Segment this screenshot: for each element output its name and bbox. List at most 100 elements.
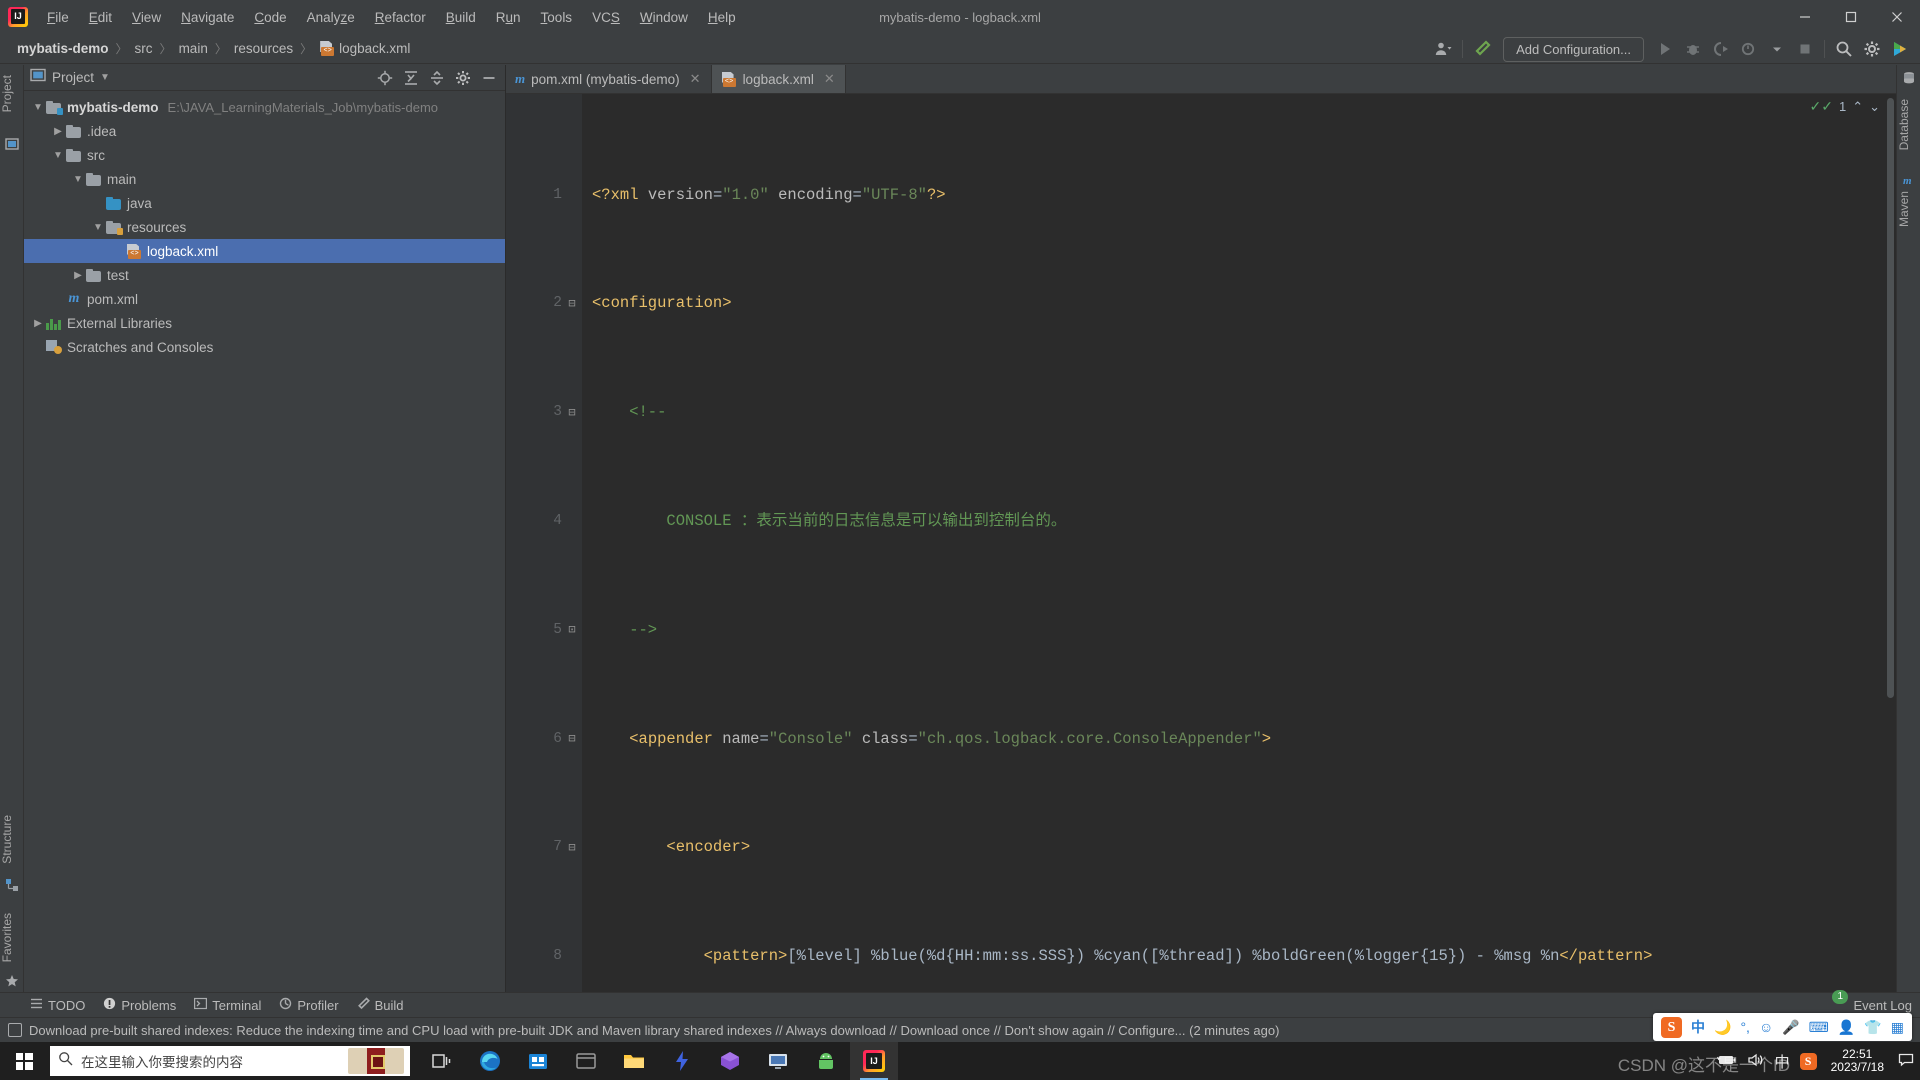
project-panel-icon[interactable] bbox=[5, 137, 19, 151]
tool-button-project[interactable]: Project bbox=[0, 69, 24, 118]
microphone-icon[interactable]: 🎤 bbox=[1782, 1019, 1799, 1036]
store-icon[interactable] bbox=[514, 1042, 562, 1080]
battery-icon[interactable] bbox=[1716, 1053, 1737, 1070]
settings-gear-icon[interactable] bbox=[450, 66, 476, 90]
apps-icon[interactable]: ▦ bbox=[1891, 1019, 1904, 1036]
degree-icon[interactable]: °, bbox=[1740, 1019, 1750, 1035]
explorer-window-icon[interactable] bbox=[562, 1042, 610, 1080]
clock[interactable]: 22:51 2023/7/18 bbox=[1827, 1048, 1888, 1074]
tool-button-problems[interactable]: Problems bbox=[103, 997, 176, 1013]
volume-icon[interactable] bbox=[1747, 1053, 1765, 1070]
chevron-down-icon[interactable]: ▼ bbox=[30, 102, 46, 113]
debug-icon[interactable] bbox=[1679, 35, 1707, 63]
menu-code[interactable]: Code bbox=[245, 7, 295, 28]
close-icon[interactable]: ✕ bbox=[824, 71, 835, 87]
menu-view[interactable]: View bbox=[123, 7, 170, 28]
sogou-tray-icon[interactable]: S bbox=[1799, 1052, 1817, 1070]
chevron-right-icon[interactable]: ▶ bbox=[30, 318, 46, 329]
fold-marker[interactable]: ⊟ bbox=[562, 733, 582, 745]
tree-item-external-libraries[interactable]: ▶ External Libraries bbox=[24, 311, 505, 335]
expand-all-icon[interactable] bbox=[398, 66, 424, 90]
chevron-down-icon[interactable]: ▼ bbox=[70, 174, 86, 185]
tree-item-resources[interactable]: ▼ resources bbox=[24, 215, 505, 239]
zap-icon[interactable] bbox=[658, 1042, 706, 1080]
tree-item-mybatis-demo[interactable]: ▼ mybatis-demo E:\JAVA_LearningMaterials… bbox=[24, 95, 505, 119]
chevron-down-icon[interactable]: ⌄ bbox=[1869, 99, 1880, 115]
chevron-down-icon[interactable]: ▼ bbox=[100, 72, 110, 83]
user-icon[interactable] bbox=[1429, 35, 1457, 63]
menu-vcs[interactable]: VCS bbox=[583, 7, 629, 28]
smiley-icon[interactable]: ☺ bbox=[1759, 1019, 1773, 1035]
breadcrumb-item-1[interactable]: src bbox=[131, 40, 157, 57]
chevron-right-icon[interactable]: ▶ bbox=[50, 126, 66, 137]
menu-file[interactable]: File bbox=[38, 7, 78, 28]
maximize-button[interactable] bbox=[1828, 0, 1874, 34]
package-icon[interactable] bbox=[706, 1042, 754, 1080]
menu-build[interactable]: Build bbox=[437, 7, 485, 28]
chevron-down-icon[interactable]: ▼ bbox=[90, 222, 106, 233]
minimize-button[interactable] bbox=[1782, 0, 1828, 34]
menu-run[interactable]: Run bbox=[487, 7, 530, 28]
tree-item-test[interactable]: ▶ test bbox=[24, 263, 505, 287]
menu-help[interactable]: Help bbox=[699, 7, 745, 28]
collapse-all-icon[interactable] bbox=[424, 66, 450, 90]
task-view-icon[interactable] bbox=[418, 1042, 466, 1080]
chevron-down-icon[interactable]: ▼ bbox=[50, 150, 66, 161]
ime-indicator[interactable]: 中 bbox=[1775, 1051, 1790, 1072]
add-configuration-button[interactable]: Add Configuration... bbox=[1503, 36, 1644, 62]
chevron-up-icon[interactable]: ⌃ bbox=[1852, 99, 1863, 115]
ime-language-toggle[interactable]: 中 bbox=[1691, 1017, 1705, 1037]
moon-icon[interactable]: 🌙 bbox=[1714, 1019, 1731, 1036]
updates-icon[interactable] bbox=[1886, 35, 1914, 63]
windows-start-icon[interactable] bbox=[0, 1042, 48, 1080]
sogou-logo-icon[interactable]: S bbox=[1661, 1016, 1682, 1038]
tool-button-terminal[interactable]: Terminal bbox=[194, 997, 261, 1013]
chevron-down-icon[interactable] bbox=[1763, 35, 1791, 63]
tool-button-event-log[interactable]: Event Log bbox=[1853, 998, 1912, 1013]
android-icon[interactable] bbox=[802, 1042, 850, 1080]
tab-pom-xml[interactable]: m pom.xml (mybatis-demo) ✕ bbox=[506, 65, 712, 93]
tool-button-build[interactable]: Build bbox=[357, 997, 403, 1013]
tree-item-logback-xml[interactable]: <> logback.xml bbox=[24, 239, 505, 263]
tool-button-favorites[interactable]: Favorites bbox=[0, 907, 24, 968]
tree-item-src[interactable]: ▼ src bbox=[24, 143, 505, 167]
shirt-icon[interactable]: 👕 bbox=[1864, 1019, 1881, 1036]
menu-analyze[interactable]: Analyze bbox=[298, 7, 364, 28]
monitor-icon[interactable] bbox=[754, 1042, 802, 1080]
user-badge-icon[interactable]: 👤 bbox=[1838, 1019, 1855, 1036]
file-explorer-icon[interactable] bbox=[610, 1042, 658, 1080]
tool-button-maven[interactable]: Maven bbox=[1897, 185, 1920, 233]
structure-icon[interactable] bbox=[5, 878, 19, 892]
edge-icon[interactable] bbox=[466, 1042, 514, 1080]
fold-marker[interactable]: ⊡ bbox=[562, 624, 582, 636]
star-icon[interactable] bbox=[5, 974, 19, 988]
tree-item-idea[interactable]: ▶ .idea bbox=[24, 119, 505, 143]
fold-marker[interactable]: ⊟ bbox=[562, 298, 582, 310]
menu-edit[interactable]: Edit bbox=[80, 7, 121, 28]
menu-navigate[interactable]: Navigate bbox=[172, 7, 243, 28]
tree-item-java[interactable]: java bbox=[24, 191, 505, 215]
tool-button-structure[interactable]: Structure bbox=[0, 809, 24, 870]
build-hammer-icon[interactable] bbox=[1468, 35, 1496, 63]
database-icon[interactable] bbox=[1902, 71, 1916, 85]
tree-item-pom-xml[interactable]: m pom.xml bbox=[24, 287, 505, 311]
menu-tools[interactable]: Tools bbox=[532, 7, 582, 28]
breadcrumb-item-4[interactable]: <> logback.xml bbox=[315, 40, 414, 57]
chevron-right-icon[interactable]: ▶ bbox=[70, 270, 86, 281]
run-icon[interactable] bbox=[1651, 35, 1679, 63]
intellij-icon[interactable]: IJ bbox=[850, 1042, 898, 1080]
status-message[interactable]: Download pre-built shared indexes: Reduc… bbox=[29, 1023, 1279, 1038]
menu-refactor[interactable]: Refactor bbox=[366, 7, 435, 28]
tool-button-profiler[interactable]: Profiler bbox=[279, 997, 339, 1013]
tool-button-database[interactable]: Database bbox=[1897, 93, 1920, 156]
tree-item-scratches-and-consoles[interactable]: Scratches and Consoles bbox=[24, 335, 505, 359]
code-editor[interactable]: ✓✓ 1 ⌃ ⌄ 1 <?xml version="1.0" encoding="… bbox=[506, 94, 1896, 992]
breadcrumb-item-0[interactable]: mybatis-demo bbox=[13, 40, 113, 57]
breadcrumb-item-2[interactable]: main bbox=[175, 40, 212, 57]
breadcrumb-item-3[interactable]: resources bbox=[230, 40, 297, 57]
book-icon[interactable] bbox=[348, 1048, 404, 1074]
locate-icon[interactable] bbox=[372, 66, 398, 90]
run-with-coverage-icon[interactable] bbox=[1707, 35, 1735, 63]
tool-button-todo[interactable]: TODO bbox=[30, 997, 85, 1013]
keyboard-icon[interactable]: ⌨ bbox=[1809, 1019, 1829, 1036]
